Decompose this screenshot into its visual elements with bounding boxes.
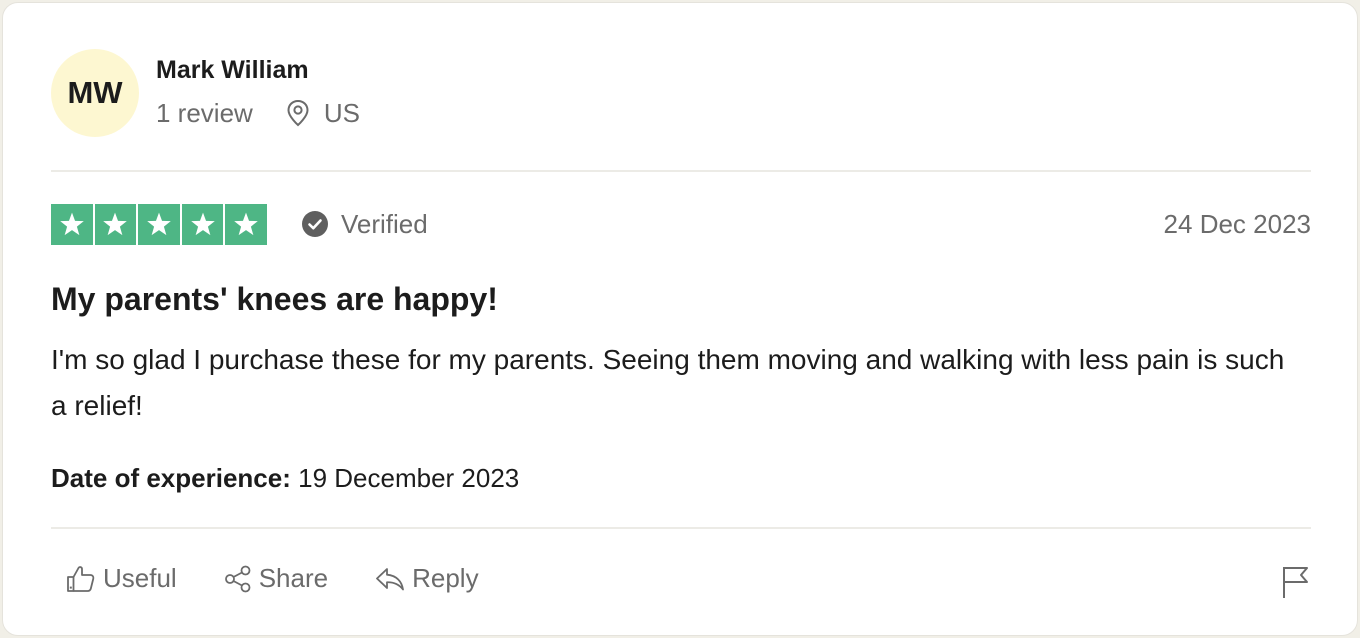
star-2	[94, 203, 137, 245]
verified-badge[interactable]: Verified	[301, 209, 428, 240]
consumer-header: MW Mark William 1 review US	[51, 49, 360, 137]
rating-row: Verified 24 Dec 2023	[51, 203, 1311, 245]
avatar-initials: MW	[67, 75, 123, 110]
review-title[interactable]: My parents' knees are happy!	[51, 279, 498, 319]
share-label: Share	[258, 563, 329, 593]
map-pin-icon	[287, 99, 309, 127]
star-icon	[147, 212, 171, 236]
report-flag-button[interactable]	[1281, 565, 1311, 604]
star-4	[181, 203, 224, 245]
star-icon	[60, 212, 84, 236]
review-actions: Useful Share Reply	[65, 563, 525, 594]
consumer-location: US	[286, 98, 360, 128]
verified-label: Verified	[340, 208, 428, 239]
footer-divider	[51, 527, 1311, 529]
header-divider	[51, 170, 1311, 172]
useful-button[interactable]: Useful	[65, 563, 177, 594]
share-icon	[224, 565, 251, 592]
star-icon	[103, 212, 128, 236]
reply-icon	[376, 567, 404, 590]
share-button[interactable]: Share	[223, 563, 328, 594]
reply-label: Reply	[412, 563, 479, 593]
location-label: US	[323, 98, 360, 128]
consumer-name[interactable]: Mark William	[156, 55, 360, 85]
review-card: MW Mark William 1 review US Verified 24 …	[2, 2, 1358, 636]
star-icon	[234, 212, 258, 236]
star-5	[225, 203, 267, 245]
review-count: 1 review	[156, 98, 253, 128]
thumbs-up-icon	[67, 565, 95, 592]
date-of-experience: Date of experience: 19 December 2023	[51, 461, 519, 495]
star-1	[51, 203, 93, 245]
reply-button[interactable]: Reply	[374, 563, 479, 594]
star-3	[138, 203, 180, 245]
avatar[interactable]: MW	[51, 49, 139, 137]
flag-icon	[1283, 567, 1308, 598]
experience-date: 19 December 2023	[298, 463, 520, 493]
check-circle-icon	[301, 211, 328, 237]
experience-label: Date of experience:	[51, 463, 291, 493]
useful-label: Useful	[103, 563, 177, 593]
consumer-info: Mark William 1 review US	[156, 55, 360, 128]
consumer-meta: 1 review US	[156, 98, 360, 128]
star-icon	[190, 212, 215, 236]
star-rating	[51, 203, 267, 245]
review-body: I'm so glad I purchase these for my pare…	[51, 344, 1285, 421]
review-date: 24 Dec 2023	[1163, 208, 1311, 239]
